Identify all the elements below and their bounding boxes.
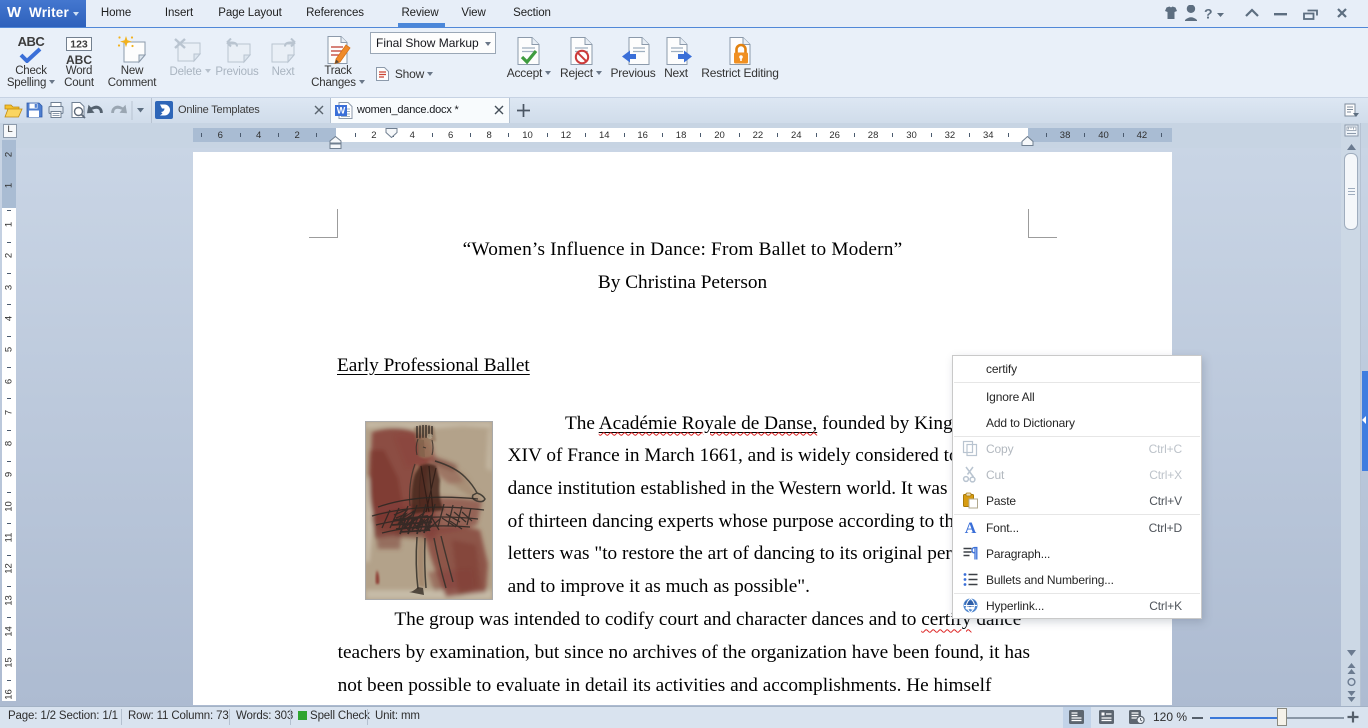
svg-text:?: ?	[1204, 6, 1213, 22]
svg-text:123: 123	[70, 39, 88, 51]
svg-text:W: W	[337, 106, 346, 116]
svg-text:A: A	[965, 520, 977, 536]
